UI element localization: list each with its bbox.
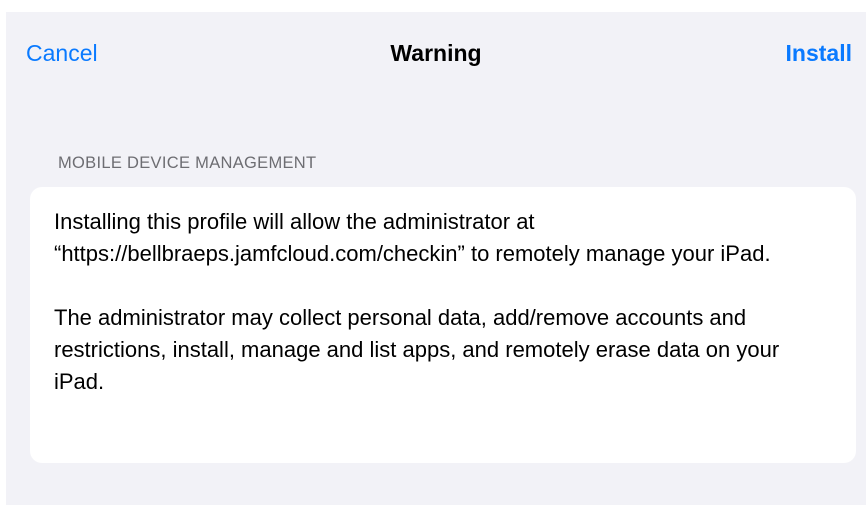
warning-paragraph-install: Installing this profile will allow the a…: [54, 209, 771, 266]
warning-paragraph-permissions: The administrator may collect personal d…: [54, 305, 780, 394]
install-button[interactable]: Install: [786, 38, 852, 68]
profile-install-sheet: Cancel Warning Install MOBILE DEVICE MAN…: [6, 12, 866, 505]
navigation-bar: Cancel Warning Install: [6, 12, 866, 88]
section-header: MOBILE DEVICE MANAGEMENT: [58, 154, 317, 172]
warning-card: Installing this profile will allow the a…: [30, 187, 856, 463]
page-title: Warning: [390, 40, 482, 66]
